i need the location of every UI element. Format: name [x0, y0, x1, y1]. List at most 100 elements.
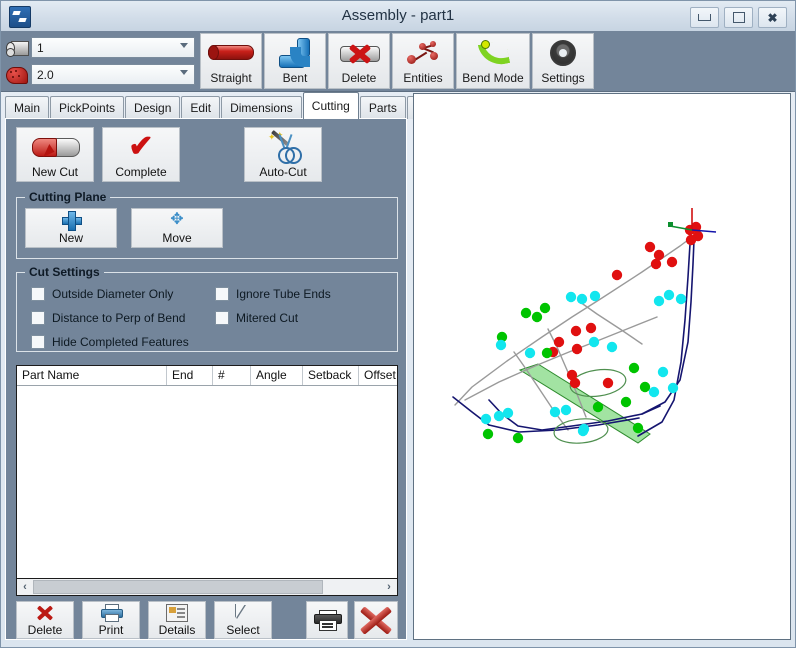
checkbox-hide-completed-features[interactable]: Hide Completed Features — [31, 335, 189, 349]
tube-icon — [3, 37, 31, 59]
tab-edit[interactable]: Edit — [181, 96, 221, 119]
details-cut-button[interactable]: Details — [148, 601, 206, 639]
new-cut-icon — [32, 128, 80, 165]
scroll-right-icon[interactable]: › — [381, 579, 397, 595]
checkbox-label: Hide Completed Features — [52, 335, 189, 349]
model-node-cyan — [675, 293, 687, 305]
checkbox-box[interactable] — [31, 335, 45, 349]
maximize-button[interactable] — [724, 7, 753, 28]
cut-settings-group: Cut Settings Outside Diameter Only Dista… — [16, 265, 398, 352]
die-selector-row: 2.0 — [3, 62, 195, 87]
straight-tube-icon — [201, 34, 261, 71]
bent-tube-icon — [265, 34, 325, 71]
checkmark-icon: ✔ — [128, 129, 154, 163]
checkbox-label: Mitered Cut — [236, 311, 299, 325]
die-size-value: 2.0 — [37, 67, 54, 82]
model-node-red — [571, 343, 583, 355]
tab-pickpoints[interactable]: PickPoints — [50, 96, 125, 119]
delete-cut-button[interactable]: Delete — [16, 601, 74, 639]
checkbox-outside-diameter-only[interactable]: Outside Diameter Only — [31, 287, 189, 301]
column-header-offset[interactable]: Offset — [359, 366, 397, 385]
title-bar: Assembly - part1 ✖ — [1, 1, 795, 32]
table-horizontal-scrollbar[interactable]: ‹ › — [16, 578, 398, 596]
bend-die-icon — [3, 64, 31, 86]
bend-mode-button[interactable]: Bend Mode — [456, 33, 530, 89]
chevron-down-icon — [180, 43, 188, 48]
complete-button[interactable]: ✔ Complete — [102, 127, 180, 182]
checkbox-mitered-cut[interactable]: Mitered Cut — [215, 311, 331, 325]
cutting-plane-title: Cutting Plane — [25, 190, 111, 204]
model-node-green — [531, 311, 543, 323]
model-node-red — [685, 234, 697, 246]
column-header-end[interactable]: End — [167, 366, 213, 385]
model-node-green — [639, 381, 651, 393]
tab-dimensions[interactable]: Dimensions — [221, 96, 302, 119]
checkbox-box[interactable] — [31, 287, 45, 301]
entities-button-label: Entities — [403, 71, 443, 85]
tab-parts[interactable]: Parts — [359, 96, 406, 119]
tab-design[interactable]: Design — [125, 96, 181, 119]
model-gray-edge — [579, 301, 643, 345]
move-arrows-icon: ✥ — [170, 211, 184, 228]
gear-icon — [533, 34, 593, 71]
bent-button[interactable]: Bent — [264, 33, 326, 89]
select-cut-label: Select — [226, 623, 260, 637]
scrollbar-thumb[interactable] — [33, 580, 323, 594]
complete-label: Complete — [115, 165, 167, 179]
cutting-panel: New Cut ✔ Complete ✦ ✦ Au — [5, 118, 407, 640]
new-cut-button[interactable]: New Cut — [16, 127, 94, 182]
print-report-button[interactable] — [306, 601, 348, 639]
model-node-red — [644, 241, 656, 253]
column-header-part-name[interactable]: Part Name — [17, 366, 167, 385]
cut-command-row: New Cut ✔ Complete ✦ ✦ Au — [16, 127, 398, 182]
entities-button[interactable]: Entities — [392, 33, 454, 89]
delete-x-icon — [36, 602, 54, 623]
tube-size-dropdown[interactable]: 1 — [31, 37, 195, 58]
model-node-red — [570, 325, 582, 337]
entities-icon — [393, 34, 453, 71]
cutting-plane-new-label: New — [58, 231, 83, 245]
cut-settings-title: Cut Settings — [25, 265, 104, 279]
checkbox-box[interactable] — [215, 287, 229, 301]
cuts-table[interactable]: Part Name End # Angle Setback Offset — [16, 365, 398, 578]
print-cut-button[interactable]: Print — [82, 601, 140, 639]
model-node-green — [482, 428, 494, 440]
auto-cut-scissors-icon: ✦ ✦ — [268, 128, 302, 165]
checkbox-box[interactable] — [215, 311, 229, 325]
minimize-button[interactable] — [690, 7, 719, 28]
cancel-button[interactable] — [354, 601, 398, 639]
column-header-setback[interactable]: Setback — [303, 366, 359, 385]
tab-main[interactable]: Main — [5, 96, 50, 119]
checkbox-distance-to-perp-of-bend[interactable]: Distance to Perp of Bend — [31, 311, 189, 325]
3d-model-viewport[interactable] — [413, 93, 791, 640]
delete-button[interactable]: Delete — [328, 33, 390, 89]
die-size-dropdown[interactable]: 2.0 — [31, 64, 195, 85]
plus-icon — [62, 209, 82, 231]
model-node-cyan — [560, 404, 572, 416]
checkbox-box[interactable] — [31, 311, 45, 325]
model-node-red — [585, 322, 597, 334]
cancel-x-icon — [359, 605, 393, 635]
model-node-cyan — [480, 413, 492, 425]
cutting-plane-move-button[interactable]: ✥ Move — [131, 208, 223, 248]
checkbox-ignore-tube-ends[interactable]: Ignore Tube Ends — [215, 287, 331, 301]
straight-button[interactable]: Straight — [200, 33, 262, 89]
settings-button[interactable]: Settings — [532, 33, 594, 89]
3d-wireframe-model[interactable] — [414, 94, 790, 639]
model-node-cyan — [648, 386, 660, 398]
close-button[interactable]: ✖ — [758, 7, 787, 28]
checkbox-label: Ignore Tube Ends — [236, 287, 331, 301]
scroll-left-icon[interactable]: ‹ — [17, 579, 33, 595]
model-node-red — [611, 269, 623, 281]
tab-cutting[interactable]: Cutting — [302, 92, 359, 119]
panel-bottom-button-bar: Delete Print Details Select — [16, 601, 398, 641]
model-node-red — [653, 249, 665, 261]
column-header-angle[interactable]: Angle — [251, 366, 303, 385]
auto-cut-button[interactable]: ✦ ✦ Auto-Cut — [244, 127, 322, 182]
details-cut-label: Details — [158, 623, 196, 637]
tab-bar: Main PickPoints Design Edit Dimensions C… — [5, 92, 462, 119]
select-cut-button[interactable]: Select — [214, 601, 272, 639]
column-header-number[interactable]: # — [213, 366, 251, 385]
cutting-plane-new-button[interactable]: New — [25, 208, 117, 248]
printer-blue-icon — [101, 602, 123, 623]
